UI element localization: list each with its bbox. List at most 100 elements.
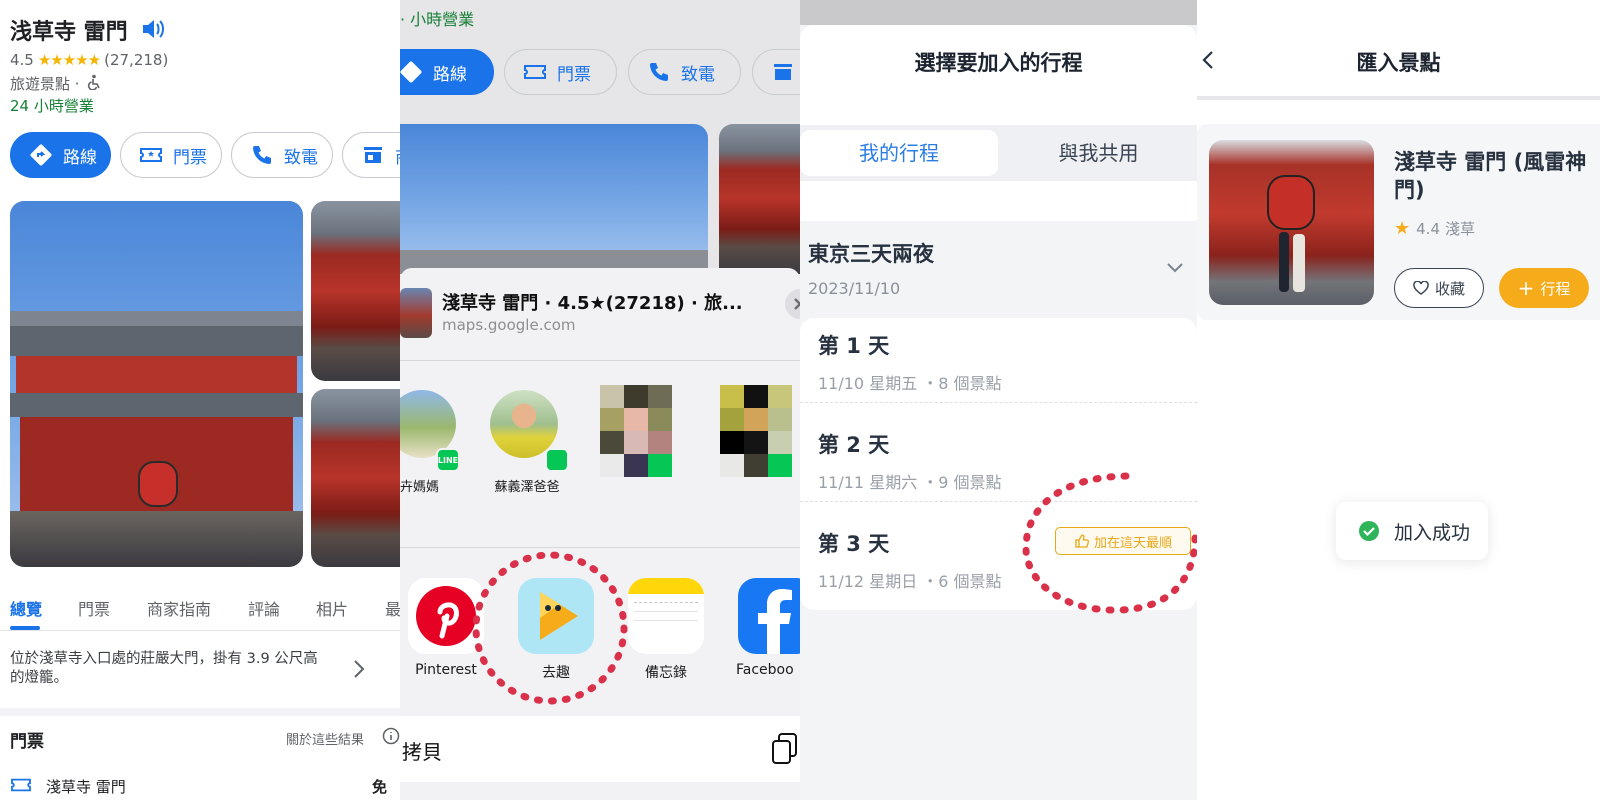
tab-more[interactable]: 最: [385, 596, 400, 620]
contact-avatar-4-blurred[interactable]: [720, 385, 792, 477]
ticket-price: 免費: [372, 778, 388, 800]
tab-my-trips-label: 我的行程: [859, 141, 939, 165]
wheelchair-icon: [86, 74, 102, 94]
page-title: 匯入景點: [1356, 51, 1441, 75]
place-title: 浅草寺 雷門: [10, 20, 128, 45]
speaker-icon[interactable]: [140, 16, 166, 42]
tab-photos[interactable]: 相片: [316, 596, 348, 620]
store-icon: [361, 143, 385, 167]
spot-area: 淺草: [1445, 220, 1476, 238]
close-icon: [794, 298, 800, 310]
star-icon: ★: [1394, 218, 1411, 239]
directions-label: 路線: [433, 64, 467, 85]
rating-row[interactable]: 4.5 ★★★★★ (27,218): [10, 51, 168, 69]
directions-label: 路線: [63, 147, 97, 168]
chevron-right-icon[interactable]: [352, 658, 366, 684]
rating-value: 4.5: [10, 51, 34, 69]
call-label: 致電: [284, 147, 318, 168]
tab-directory[interactable]: 商家指南: [147, 596, 211, 620]
notes-icon-line: [634, 611, 698, 612]
copy-icon: [770, 732, 800, 770]
ticket-item-name[interactable]: 淺草寺 雷門: [46, 776, 126, 797]
tickets-heading: 門票: [10, 732, 44, 752]
toast-message: 加入成功: [1394, 521, 1471, 544]
tab-reviews[interactable]: 評論: [248, 596, 280, 620]
review-count: (27,218): [104, 51, 169, 69]
facebook-app-button[interactable]: [738, 578, 800, 654]
day-subtitle: 11/10 星期五 ・8 個景點: [818, 374, 1002, 393]
day-title: 第 3 天: [818, 532, 890, 556]
tab-my-trips[interactable]: 我的行程: [800, 130, 998, 176]
person-shape: [1293, 234, 1305, 292]
line-app-icon: LINE: [436, 448, 460, 472]
store-button-dimmed[interactable]: [752, 49, 800, 95]
save-button[interactable]: 收藏: [1394, 268, 1484, 308]
success-toast: 加入成功: [1336, 502, 1488, 560]
share-title: 淺草寺 雷門 · 4.5★(27218) · 旅...: [442, 293, 743, 314]
trip-name: 東京三天兩夜: [808, 242, 934, 266]
category-label: 旅遊景點 ·: [10, 75, 80, 93]
tickets-button-dimmed[interactable]: 門票: [504, 49, 617, 95]
spot-rating-row: ★ 4.4 淺草: [1394, 218, 1475, 239]
choose-trip-panel: 選擇要加入的行程 我的行程 與我共用 東京三天兩夜 2023/11/10 第 1…: [800, 0, 1197, 800]
dimmed-secondary-photo: [719, 124, 800, 274]
category-row: 旅遊景點 ·: [10, 73, 102, 94]
share-sheet-panel: · 小時營業 路線 門票 致電 淺草寺 雷門 · 4.5★(27218) · 旅…: [400, 0, 800, 800]
tickets-label: 門票: [557, 64, 591, 85]
spot-rating: 4.4: [1416, 219, 1440, 238]
contact-name-1: 卉媽媽: [400, 480, 440, 495]
contact-avatar-3-blurred[interactable]: [600, 385, 672, 477]
notes-icon-line: [634, 620, 698, 621]
secondary-photo-bottom[interactable]: [311, 389, 400, 567]
store-button[interactable]: 商: [342, 132, 400, 178]
trip-date: 2023/11/10: [808, 279, 901, 298]
place-description: 位於淺草寺入口處的莊嚴大門，掛有 3.9 公尺高的燈籠。: [10, 651, 318, 686]
sheet-divider-1: [400, 360, 800, 361]
roof-shape: [10, 326, 303, 356]
notes-app-button[interactable]: [628, 578, 704, 654]
line-app-icon: [545, 448, 569, 472]
chevron-down-icon[interactable]: [1165, 260, 1185, 279]
lantern-shape: [138, 461, 178, 507]
share-thumbnail: [400, 288, 432, 338]
contact-name-2: 蘇義澤爸爸: [494, 480, 560, 495]
call-label: 致電: [681, 64, 715, 85]
call-button-dimmed[interactable]: 致電: [628, 49, 741, 95]
tab-shared-with-me[interactable]: 與我共用: [1000, 130, 1197, 176]
red-annotation-circle: [472, 551, 628, 705]
import-spot-panel: 匯入景點 淺草寺 雷門 (風雷神門) ★ 4.4 淺草 收藏 + 行程 加入成功: [1197, 0, 1600, 800]
directions-button-dimmed[interactable]: 路線: [400, 49, 494, 95]
spacer-strip: [800, 181, 1197, 221]
check-circle-icon: [1359, 521, 1379, 541]
directions-icon: [400, 60, 423, 84]
close-button[interactable]: [785, 289, 800, 319]
trip-label: 行程: [1540, 279, 1571, 298]
ticket-row-icon: [10, 776, 32, 798]
upper-floor-shape: [16, 356, 297, 398]
copy-action-row[interactable]: 拷貝: [400, 716, 800, 782]
tickets-button[interactable]: 門票: [120, 132, 222, 178]
info-icon[interactable]: [382, 727, 400, 749]
heart-icon: [1413, 281, 1429, 295]
spot-name: 淺草寺 雷門 (風雷神門): [1394, 150, 1587, 202]
call-button[interactable]: 致電: [231, 132, 333, 178]
phone-icon: [250, 143, 274, 167]
share-url: maps.google.com: [442, 316, 576, 334]
notes-icon-line: [634, 602, 698, 603]
day-title: 第 2 天: [818, 433, 890, 457]
ticket-icon: [523, 60, 547, 84]
tab-tickets[interactable]: 門票: [78, 596, 110, 620]
add-to-trip-button[interactable]: + 行程: [1499, 268, 1589, 308]
secondary-photo-top[interactable]: [311, 201, 400, 381]
notes-label: 備忘錄: [645, 665, 687, 681]
spot-photo[interactable]: [1209, 140, 1374, 305]
save-label: 收藏: [1434, 279, 1465, 298]
lantern-shape: [1267, 175, 1315, 230]
tabs-divider: [0, 630, 400, 631]
main-photo[interactable]: [10, 201, 303, 567]
directions-button[interactable]: 路線: [10, 132, 111, 178]
tab-overview[interactable]: 總覽: [10, 596, 42, 620]
header-divider: [1197, 96, 1600, 100]
sheet-title: 選擇要加入的行程: [914, 51, 1083, 75]
about-results-link[interactable]: 關於這些結果: [286, 729, 364, 748]
